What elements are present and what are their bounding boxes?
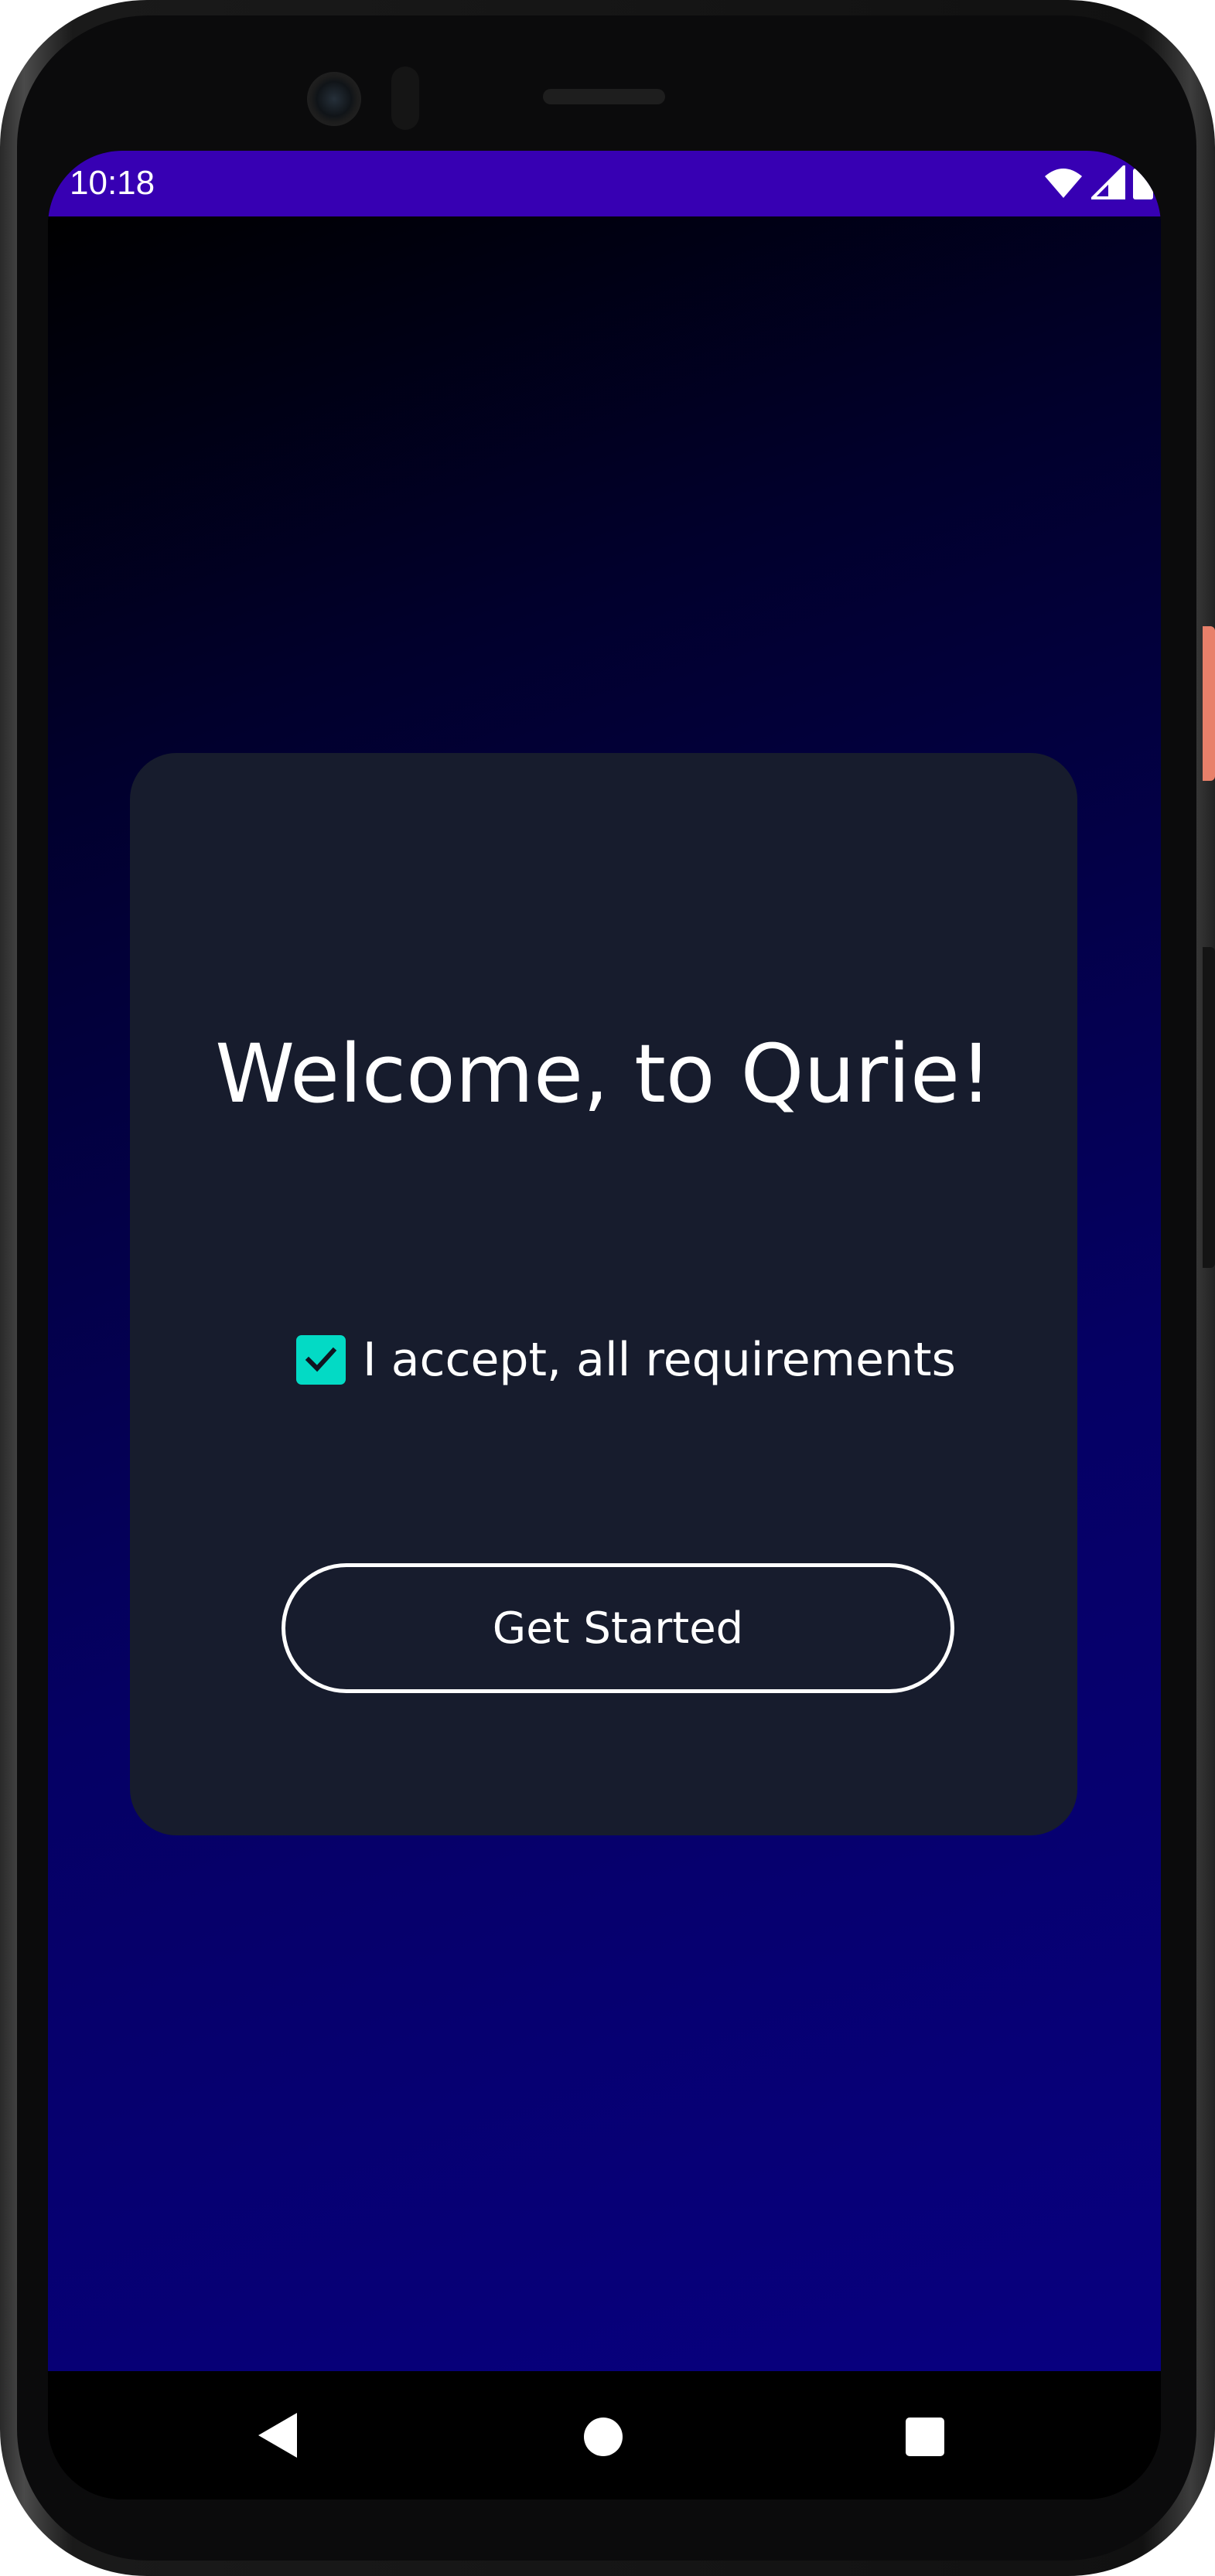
back-icon[interactable] (257, 2411, 299, 2462)
home-icon[interactable] (584, 2418, 623, 2456)
wifi-icon (1043, 165, 1084, 203)
accept-terms-row[interactable]: I accept, all requirements (296, 1329, 956, 1391)
screen: 10:18 Welcome, to Qurie! I accept, all r… (48, 151, 1161, 2499)
power-button (1203, 626, 1215, 781)
status-time: 10:18 (70, 164, 155, 202)
volume-button (1203, 947, 1215, 1268)
battery-icon (1133, 165, 1153, 203)
get-started-button[interactable]: Get Started (282, 1563, 954, 1693)
accept-checkbox[interactable] (296, 1335, 346, 1385)
welcome-title: Welcome, to Qurie! (215, 1027, 992, 1121)
phone-frame: 10:18 Welcome, to Qurie! I accept, all r… (0, 0, 1215, 2576)
welcome-card: Welcome, to Qurie! I accept, all require… (130, 753, 1077, 1835)
front-camera (307, 72, 361, 126)
status-icons (1043, 163, 1153, 203)
earpiece-speaker (543, 89, 665, 104)
system-navigation-bar (48, 2371, 1161, 2499)
proximity-sensor (391, 66, 419, 130)
checkmark-icon (305, 1347, 337, 1372)
cellular-signal-icon (1089, 163, 1125, 203)
status-bar: 10:18 (48, 151, 1161, 216)
recents-icon[interactable] (906, 2418, 944, 2456)
accept-label: I accept, all requirements (363, 1333, 956, 1387)
app-content: Welcome, to Qurie! I accept, all require… (48, 216, 1161, 2371)
